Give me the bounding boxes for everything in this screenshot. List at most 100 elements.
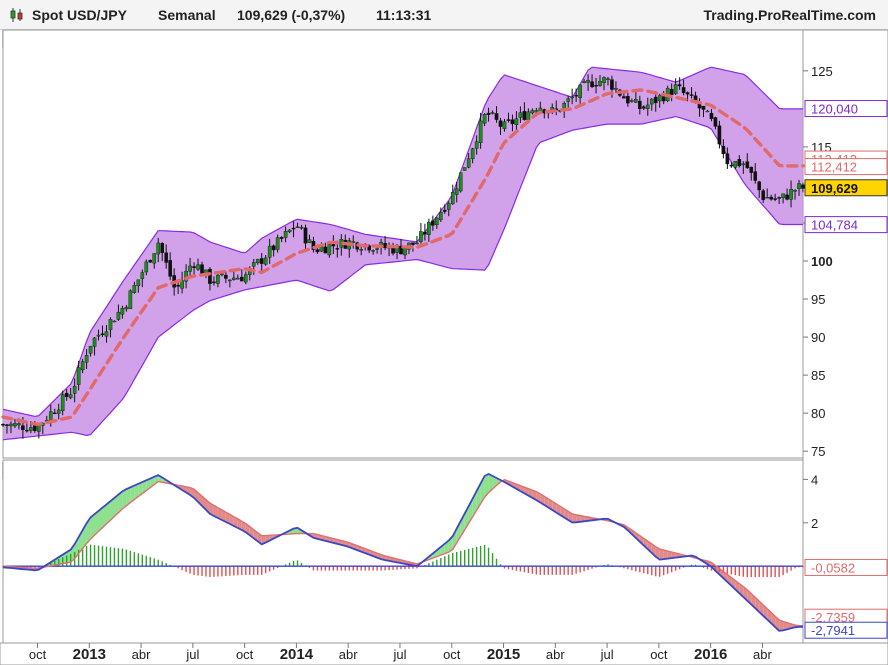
candle bbox=[37, 423, 41, 439]
macd-signal-fill bbox=[6, 566, 11, 569]
macd-signal-fill bbox=[783, 621, 788, 631]
time-tick-label: abr bbox=[132, 647, 151, 662]
legend-boll-media[interactable]: Boll media (20 2) bbox=[141, 31, 241, 48]
macd-signal-fill bbox=[209, 503, 214, 517]
macd-signal-fill bbox=[444, 540, 449, 554]
candle-body bbox=[172, 275, 176, 288]
candle bbox=[641, 105, 646, 111]
candle-body bbox=[116, 311, 121, 320]
macd-signal-fill bbox=[70, 544, 75, 563]
candle-body bbox=[295, 226, 300, 228]
price-tick-label: 95 bbox=[811, 292, 825, 307]
candle bbox=[319, 242, 324, 253]
macd-signal-fill bbox=[596, 518, 601, 520]
candle-body bbox=[490, 112, 495, 114]
candle-body bbox=[307, 239, 312, 243]
candle bbox=[590, 74, 594, 89]
candle bbox=[92, 337, 97, 356]
macd-signal-fill bbox=[381, 554, 386, 561]
candle bbox=[391, 242, 395, 256]
candle-body bbox=[156, 242, 161, 255]
macd-signal-fill bbox=[723, 571, 728, 582]
candle-body bbox=[323, 246, 328, 254]
macd-signal-fill bbox=[639, 535, 644, 546]
legend-ma-2[interactable]: MM (Simple 20) bbox=[335, 31, 428, 48]
macd-signal-fill bbox=[265, 535, 270, 543]
candle-body bbox=[124, 306, 129, 310]
candle bbox=[395, 243, 399, 260]
candle bbox=[148, 259, 153, 263]
macd-signal-fill bbox=[635, 532, 640, 542]
candle-body bbox=[72, 386, 77, 394]
candle bbox=[371, 249, 375, 255]
legend-signal[interactable]: Señal bbox=[85, 462, 125, 479]
candle bbox=[13, 418, 17, 429]
legend-macd-signal[interactable]: MACD-, señal bbox=[2, 462, 85, 479]
legend-ma-1[interactable]: MM (Simple 20) bbox=[241, 31, 335, 48]
macd-signal-fill bbox=[114, 494, 119, 517]
clock-time: 11:13:31 bbox=[376, 7, 432, 23]
candle-body bbox=[200, 264, 204, 275]
macd-signal-fill bbox=[719, 568, 724, 579]
site-name[interactable]: Trading.ProRealTime.com bbox=[704, 7, 876, 23]
candle-body bbox=[371, 250, 375, 252]
candle bbox=[295, 222, 300, 228]
candle bbox=[769, 194, 773, 201]
macd-signal-fill bbox=[532, 490, 537, 501]
candle bbox=[351, 235, 356, 249]
price-value-label: 112,412 bbox=[804, 158, 888, 176]
candle bbox=[669, 83, 674, 102]
candle-body bbox=[120, 308, 125, 315]
candle bbox=[653, 91, 658, 112]
candle bbox=[196, 258, 200, 271]
candle bbox=[68, 387, 73, 400]
macd-value-label: -2,7359 bbox=[804, 608, 888, 626]
candle-body bbox=[48, 411, 53, 421]
macd-signal-fill bbox=[779, 619, 784, 631]
legend-boll-sup[interactable]: Boll sup bbox=[45, 31, 96, 48]
candle bbox=[677, 77, 682, 90]
macd-signal-fill bbox=[198, 492, 203, 506]
price-tick-label: 125 bbox=[811, 64, 833, 79]
legend-macd[interactable]: MACD (12 26 9) bbox=[125, 462, 221, 479]
candle bbox=[618, 88, 622, 98]
macd-signal-fill bbox=[460, 513, 465, 537]
candle bbox=[112, 320, 117, 323]
macd-signal-fill bbox=[94, 510, 99, 536]
price-tick-label: 105 bbox=[811, 216, 833, 231]
price-panel bbox=[2, 29, 804, 459]
candle-body bbox=[212, 281, 216, 284]
legend-boll-inf[interactable]: Boll inf bbox=[96, 31, 141, 48]
legend-price[interactable]: Precio bbox=[2, 31, 45, 48]
macd-signal-fill bbox=[289, 528, 294, 535]
candle bbox=[737, 155, 742, 168]
candle-body bbox=[263, 257, 268, 265]
price-tick-label: 75 bbox=[811, 444, 825, 459]
macd-signal-fill bbox=[603, 518, 608, 521]
series-macd bbox=[2, 472, 803, 632]
macd-signal-fill bbox=[540, 493, 545, 505]
macd-signal-fill bbox=[424, 556, 429, 562]
candle-body bbox=[566, 98, 570, 102]
candle bbox=[494, 106, 499, 123]
time-tick-label: oct bbox=[236, 647, 254, 662]
candle-body bbox=[168, 260, 172, 277]
candle bbox=[232, 269, 236, 281]
candle bbox=[574, 88, 578, 103]
macd-signal-fill bbox=[373, 551, 378, 558]
candle bbox=[136, 279, 141, 293]
candle-body bbox=[526, 111, 531, 121]
candle-body bbox=[446, 203, 451, 210]
candle-body bbox=[291, 227, 296, 230]
macd-signal-fill bbox=[799, 625, 803, 627]
macd-signal-fill bbox=[34, 568, 39, 571]
macd-signal-fill bbox=[166, 479, 171, 484]
candle-body bbox=[375, 248, 379, 250]
candle bbox=[518, 106, 523, 123]
candle bbox=[661, 90, 666, 105]
candle bbox=[558, 109, 563, 113]
candle-body bbox=[713, 117, 718, 127]
candle-body bbox=[152, 253, 157, 264]
candle bbox=[84, 349, 89, 369]
macd-signal-fill bbox=[46, 562, 51, 567]
